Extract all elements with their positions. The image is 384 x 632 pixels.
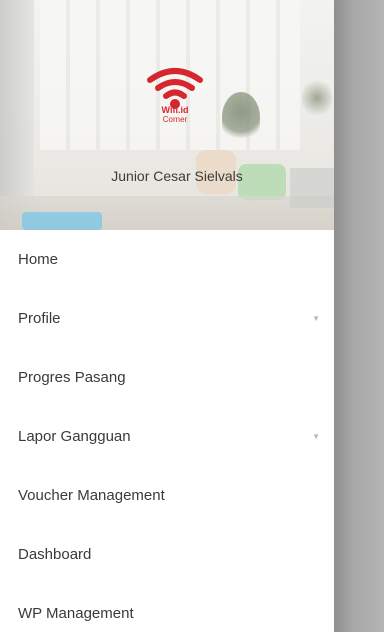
drawer-menu: Home Profile ▼ Progres Pasang Lapor Gang… [0,230,334,632]
chevron-down-icon[interactable]: ▼ [312,407,320,466]
app-screen: Wifi.id Corner Junior Cesar Sielvals Hom… [0,0,384,632]
menu-item-profile[interactable]: Profile ▼ [0,289,334,348]
logo-line-2: Corner [162,115,188,124]
header-background-plant [302,78,332,118]
header-background-object [290,168,334,208]
drawer-scrim[interactable] [334,0,384,632]
user-name: Junior Cesar Sielvals [111,168,243,184]
menu-item-label: WP Management [18,605,134,622]
menu-item-dashboard[interactable]: Dashboard [0,525,334,584]
menu-item-label: Profile [18,310,61,327]
menu-item-label: Home [18,251,59,268]
menu-item-home[interactable]: Home [0,230,334,289]
wifi-id-corner-logo: Wifi.id Corner [142,66,208,146]
chevron-down-icon[interactable]: ▼ [312,289,320,348]
header-background-object [22,212,102,230]
menu-item-voucher-management[interactable]: Voucher Management [0,466,334,525]
menu-item-label: Progres Pasang [18,369,126,386]
drawer-header: Wifi.id Corner Junior Cesar Sielvals [0,0,334,230]
menu-item-lapor-gangguan[interactable]: Lapor Gangguan ▼ [0,407,334,466]
menu-item-label: Voucher Management [18,487,165,504]
menu-item-label: Dashboard [18,546,92,563]
navigation-drawer: Wifi.id Corner Junior Cesar Sielvals Hom… [0,0,334,632]
menu-item-progres-pasang[interactable]: Progres Pasang [0,348,334,407]
logo-text: Wifi.id Corner [142,105,208,125]
wifi-icon [147,68,203,109]
menu-item-label: Lapor Gangguan [18,428,131,445]
menu-item-wp-management[interactable]: WP Management [0,584,334,632]
header-background-plant [222,92,260,142]
logo-line-1: Wifi.id [161,105,189,115]
